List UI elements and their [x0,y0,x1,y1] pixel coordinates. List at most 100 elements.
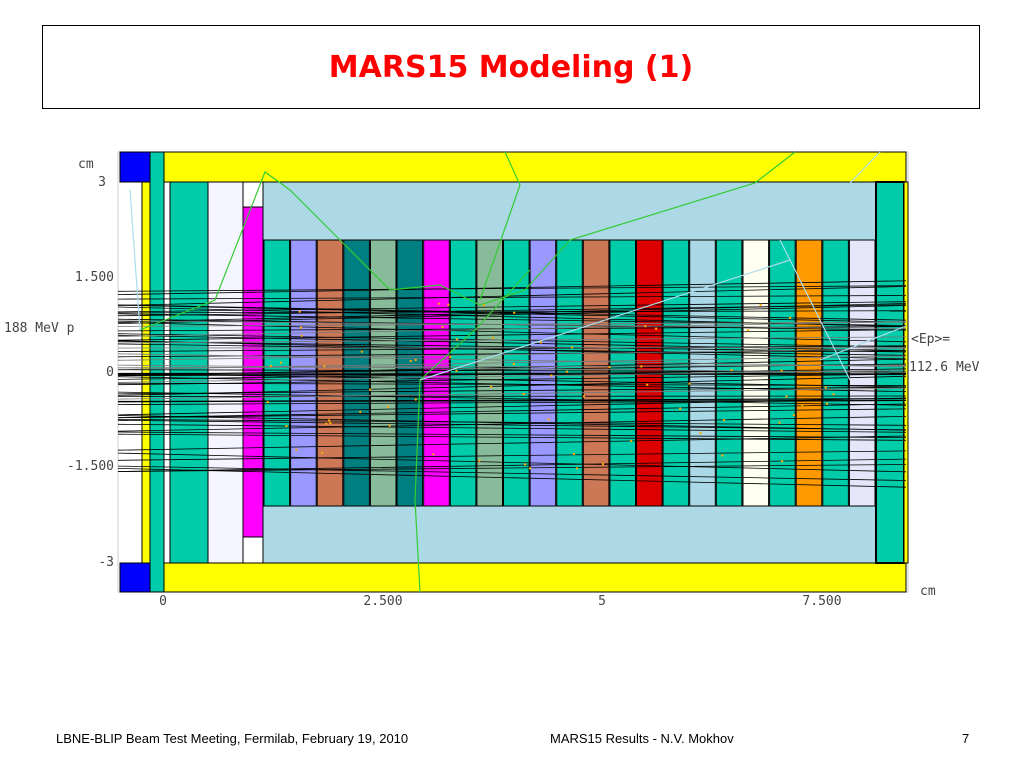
energy-deposit-dot [722,419,726,422]
blue-block-top [119,151,151,183]
energy-deposit-dot [688,382,691,385]
y-unit-label: cm [78,157,94,172]
energy-deposit-dot [437,302,441,305]
y-tick-label: -3 [98,555,114,570]
energy-deposit-dot [490,385,493,388]
energy-deposit-dot [539,341,543,344]
teal-block [169,181,209,564]
energy-deposit-dot [432,453,435,456]
energy-deposit-dot [780,460,784,463]
energy-deposit-dot [824,386,827,389]
x-tick-label: 7.500 [802,594,841,609]
y-tick-label: 0 [106,365,114,380]
energy-deposit-dot [759,303,762,307]
track [117,395,907,397]
energy-deposit-dot [285,424,288,428]
slide-title: MARS15 Modeling (1) [328,49,694,85]
energy-deposit-dot [778,421,781,424]
energy-deposit-dot [455,338,459,341]
x-tick-label: 0 [159,594,167,609]
energy-deposit-dot [547,418,550,421]
energy-deposit-dot [295,448,298,451]
energy-deposit-dot [788,316,792,319]
x-tick-label: 2.500 [363,594,402,609]
energy-deposit-dot [640,365,643,368]
energy-deposit-dot [359,410,362,413]
energy-deposit-dot [512,362,515,366]
energy-deposit-dot [522,392,525,396]
energy-deposit-dot [721,454,724,457]
y-tick-label: 3 [98,175,106,190]
energy-deposit-dot [323,365,326,368]
energy-deposit-dot [279,361,283,364]
energy-deposit-dot [441,325,444,329]
y-tick-label: 1.500 [75,270,114,285]
energy-deposit-dot [582,395,586,398]
energy-deposit-dot [360,350,363,353]
teal-column-left [149,151,165,593]
yellow-frame-bottom [163,562,907,593]
energy-deposit-dot [321,451,324,454]
magenta-block [242,206,264,538]
energy-deposit-dot [447,303,450,306]
energy-deposit-dot [300,334,303,337]
white-block [207,181,244,564]
energy-deposit-dot [327,419,331,422]
energy-deposit-dot [550,374,553,377]
footer-page-number: 7 [962,731,970,746]
energy-deposit-dot [746,329,750,332]
energy-deposit-dot [801,404,804,407]
energy-deposit-dot [414,358,417,362]
energy-deposit-dot [792,414,795,417]
energy-deposit-dot [654,327,658,330]
energy-deposit-dot [570,346,574,349]
y-tick-label: -1.500 [67,459,114,474]
energy-deposit-dot [523,463,527,466]
blue-block-bottom [119,562,151,593]
energy-deposit-dot [785,395,788,398]
energy-deposit-dot [832,393,835,396]
energy-deposit-dot [482,304,486,307]
energy-deposit-dot [325,422,328,425]
energy-deposit-dot [269,364,273,368]
footer-author: MARS15 Results - N.V. Mokhov [550,731,734,746]
energy-deposit-dot [449,355,452,359]
beam-label: 188 MeV p [4,321,75,336]
energy-deposit-dot [601,462,605,466]
energy-deposit-dot [455,369,458,373]
energy-deposit-dot [329,421,332,425]
energy-deposit-dot [644,325,647,328]
title-box: MARS15 Modeling (1) [42,25,980,109]
ep-label-line2: 112.6 MeV [909,360,980,375]
energy-deposit-dot [298,310,301,313]
energy-deposit-dot [629,439,633,443]
energy-deposit-dot [575,467,579,470]
x-unit-label: cm [920,584,936,599]
energy-deposit-dot [730,368,733,372]
energy-deposit-dot [608,366,611,369]
energy-deposit-dot [368,388,372,391]
energy-deposit-dot [491,336,495,340]
energy-deposit-dot [572,452,576,456]
x-tick-label: 5 [598,594,606,609]
energy-deposit-dot [386,405,390,408]
ep-label-line1: <Ep>= [911,332,950,347]
energy-deposit-dot [299,326,303,329]
energy-deposit-dot [528,467,532,470]
energy-deposit-dot [478,459,481,462]
energy-deposit-dot [565,370,569,373]
energy-deposit-dot [679,407,682,410]
footer-meeting: LBNE-BLIP Beam Test Meeting, Fermilab, F… [56,731,409,746]
energy-deposit-dot [780,369,783,372]
energy-deposit-dot [646,383,649,386]
energy-deposit-dot [409,359,412,363]
mars-geometry-diagram: cm 3 1.500 0 -1.500 -3 0 2.500 5 7.500 c… [4,151,980,609]
energy-deposit-dot [825,402,829,405]
energy-deposit-dot [699,431,702,435]
energy-deposit-dot [388,424,391,427]
energy-deposit-dot [414,398,417,401]
yellow-strip-left [141,181,151,564]
energy-deposit-dot [266,400,269,404]
energy-deposit-dot [513,311,516,314]
yellow-frame-top [163,151,907,183]
